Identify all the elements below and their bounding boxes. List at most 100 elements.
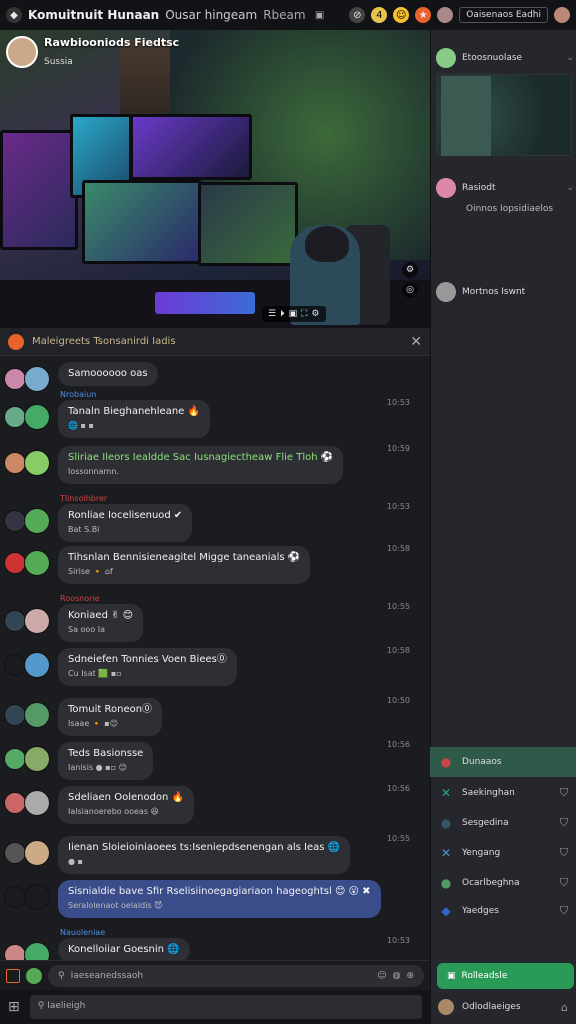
avatar-group[interactable] [4,404,50,430]
avatar[interactable] [24,840,50,866]
avatar-icon[interactable] [437,7,454,23]
friend-item[interactable]: ● Dunaaos [430,747,576,777]
compass-icon[interactable]: ◎ [402,282,418,298]
streamer-avatar[interactable] [6,36,38,68]
link-icon[interactable]: ⊘ [349,7,366,23]
message-reactions[interactable]: Sirise 🔸 ⌂f [68,565,300,579]
avatar[interactable] [4,406,26,428]
avatar[interactable] [4,452,26,474]
avatar-group[interactable] [4,366,50,392]
captions-icon[interactable]: ▣ [289,309,298,319]
avatar[interactable] [24,608,50,634]
avatar[interactable] [4,886,26,908]
message-author[interactable]: Roosnorie [60,594,100,603]
notification-icon[interactable]: 4 [371,7,388,23]
streamer-name[interactable]: Rawbiooniods Fiedtsc [44,36,179,49]
user-menu[interactable]: Oaisenaos Eadhi [459,7,548,23]
avatar-group[interactable] [4,840,50,866]
message-reactions[interactable]: Ianisis ● ▪▫ 😊 [68,761,143,775]
avatar-group[interactable] [4,884,50,910]
friend-item[interactable]: ✕ Yengang ⛉ [430,838,576,868]
shield-icon[interactable]: ⛉ [560,904,568,918]
close-icon[interactable]: ✕ [410,334,422,350]
avatar[interactable] [24,652,50,678]
streamer-info[interactable]: Rawbiooniods Fiedtsc Sussia [6,36,179,68]
stream-video[interactable]: Rawbiooniods Fiedtsc Sussia ⚙ ◎ ☰ ⏵ ▣ ⛶ … [0,30,430,328]
message-reactions[interactable]: ● ▪ [68,855,340,869]
avatar[interactable] [4,654,26,676]
avatar-group[interactable] [4,746,50,772]
sidebar-channel-item[interactable]: Mortnos Iswnt [436,282,574,302]
avatar[interactable] [24,508,50,534]
home-icon[interactable]: ⌂ [561,1001,568,1014]
avatar[interactable] [4,552,26,574]
avatar[interactable] [24,702,50,728]
green-action-button[interactable]: ▣ Rolleadsle [437,963,574,989]
sticker-icon[interactable]: ◍ [393,971,401,981]
shield-icon[interactable]: ⛉ [560,876,568,890]
minimap[interactable] [436,74,572,156]
avatar-group[interactable] [4,550,50,576]
alert-icon[interactable]: ★ [415,7,432,23]
self-avatar[interactable] [26,967,42,984]
fullscreen-icon[interactable]: ⛶ [301,309,307,319]
grid-icon[interactable]: ⊞ [8,999,20,1015]
sidebar-bottom-item[interactable]: Odlodlaeiges ⌂ [430,992,576,1022]
message-author[interactable]: Nrobaiun [60,390,96,399]
shield-icon[interactable]: ⛉ [560,786,568,800]
avatar-group[interactable] [4,608,50,634]
avatar[interactable] [4,704,26,726]
play-icon[interactable]: ⏵ [280,309,285,319]
avatar-group[interactable] [4,790,50,816]
avatar-group[interactable] [4,450,50,476]
friend-item[interactable]: ● Sesgedina ⛉ [430,808,576,838]
message-reactions[interactable]: 🌐 ▪ ▪ [68,419,200,433]
avatar[interactable] [24,366,50,392]
chat-message-list[interactable]: Samoooooo oas Nrobaiun Tanaln Bieghanehl… [0,356,430,960]
profile-avatar[interactable] [554,7,570,23]
friend-item[interactable]: ● Ocarlbeghna ⛉ [430,868,576,898]
avatar[interactable] [24,450,50,476]
avatar-group[interactable] [4,508,50,534]
quality-icon[interactable]: ⚙ [311,309,319,319]
chat-input[interactable]: ⚲ Iaeseanedssaoh ☺ ◍ ⊕ [48,964,424,987]
message-author[interactable]: Nauoleniae [60,928,105,937]
friend-item[interactable]: ✕ Saekinghan ⛉ [430,778,576,808]
message-reactions[interactable]: Bat S.Bi [68,523,182,537]
message-reactions[interactable]: Isaae 🔸 ▪😊 [68,717,152,731]
message-reactions[interactable]: Ialsianoerebo ooeas 😆 [68,805,184,819]
avatar[interactable] [24,942,50,960]
avatar[interactable] [4,610,26,632]
emoji-icon[interactable]: ☺ [393,7,410,23]
menu-icon[interactable]: ☰ [268,309,276,319]
avatar[interactable] [24,884,50,910]
avatar[interactable] [24,746,50,772]
avatar[interactable] [24,404,50,430]
message-reactions[interactable]: Seralolenaot oelaldis 😈 [68,899,371,913]
avatar[interactable] [4,748,26,770]
message-reactions[interactable]: Cu Isat 🟩 ▪▫ [68,667,227,681]
shield-icon[interactable]: ⛉ [560,816,568,830]
chevron-down-icon[interactable]: ⌄ [566,53,574,63]
avatar-group[interactable] [4,702,50,728]
avatar[interactable] [24,790,50,816]
avatar[interactable] [4,842,26,864]
attach-icon[interactable]: ⊕ [406,971,414,981]
avatar-group[interactable] [4,652,50,678]
player-controls[interactable]: ☰ ⏵ ▣ ⛶ ⚙ [262,306,326,322]
sidebar-channel-item[interactable]: Rasiodt ⌄ [436,178,574,198]
sidebar-channel-item[interactable]: Etoosnuolase ⌄ [436,48,574,68]
gift-icon[interactable] [6,968,20,983]
avatar[interactable] [4,944,26,960]
avatar[interactable] [4,368,26,390]
avatar[interactable] [24,550,50,576]
message-reactions[interactable]: Sa ooo Ia [68,623,133,637]
message-author[interactable]: Tlinsolhbrer [60,494,107,503]
chevron-down-icon[interactable]: ⌄ [566,183,574,193]
bottom-search-input[interactable]: ⚲ Iaelieigh [29,995,422,1019]
emoji-picker-icon[interactable]: ☺ [377,971,386,981]
avatar-group[interactable] [4,942,50,960]
chat-icon[interactable]: ▣ [312,7,328,23]
settings-icon[interactable]: ⚙ [402,262,418,278]
friend-item[interactable]: ◆ Yaedges ⛉ [430,896,576,926]
